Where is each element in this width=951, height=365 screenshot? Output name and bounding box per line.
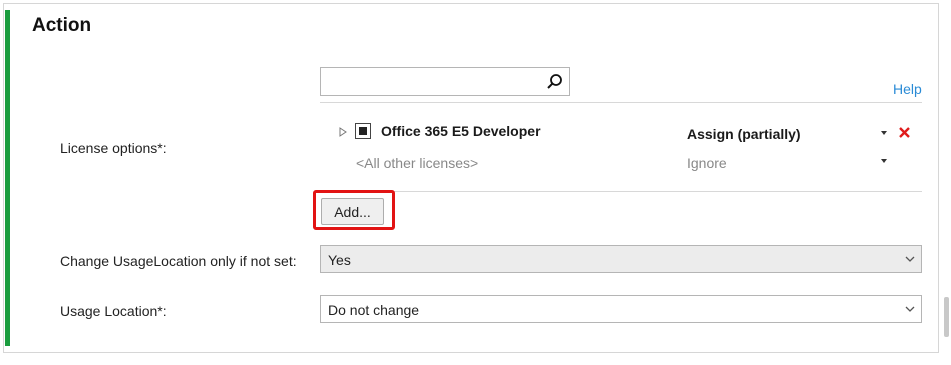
usage-location-change-label: Change UsageLocation only if not set: xyxy=(60,253,297,269)
chevron-down-icon xyxy=(905,306,915,312)
license-search-input[interactable] xyxy=(325,71,544,94)
license-item-name: <All other licenses> xyxy=(356,155,479,171)
action-dropdown-caret-icon[interactable] xyxy=(881,131,887,135)
help-link[interactable]: Help xyxy=(893,81,922,97)
search-icon[interactable] xyxy=(546,73,563,90)
section-title: Action xyxy=(32,15,92,36)
remove-license-icon[interactable] xyxy=(898,126,911,139)
expand-arrow-icon[interactable] xyxy=(339,127,347,137)
add-license-button[interactable]: Add... xyxy=(321,198,384,225)
usage-location-label: Usage Location*: xyxy=(60,303,167,319)
license-options-label: License options*: xyxy=(60,140,167,156)
usage-location-select[interactable]: Do not change xyxy=(320,295,922,323)
license-list xyxy=(320,102,922,192)
select-value: Yes xyxy=(328,252,351,268)
select-value: Do not change xyxy=(328,302,420,318)
license-checkbox[interactable] xyxy=(355,123,371,139)
license-action-value[interactable]: Ignore xyxy=(687,155,727,171)
license-action-value[interactable]: Assign (partially) xyxy=(687,126,801,142)
license-search-box[interactable] xyxy=(320,67,570,96)
action-dropdown-caret-icon[interactable] xyxy=(881,159,887,163)
usage-location-change-select[interactable]: Yes xyxy=(320,245,922,273)
scrollbar-thumb[interactable] xyxy=(944,297,949,337)
chevron-down-icon xyxy=(905,256,915,262)
section-accent-bar xyxy=(5,10,10,346)
license-item-name: Office 365 E5 Developer xyxy=(381,123,541,139)
